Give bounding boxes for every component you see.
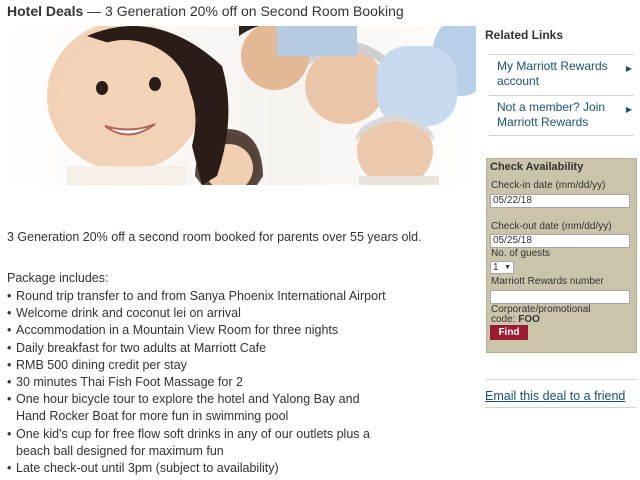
checkin-date-input[interactable]: 05/22/18 (490, 194, 630, 208)
chevron-right-icon: ▶ (625, 105, 632, 114)
check-availability-panel: Check Availability Check-in date (mm/dd/… (486, 158, 637, 353)
deal-description: 3 Generation 20% off a second room booke… (7, 230, 422, 244)
package-item: Welcome drink and coconut lei on arrival (7, 305, 477, 322)
page-title: Hotel Deals — 3 Generation 20% off on Se… (7, 3, 404, 19)
package-item: Late check-out until 3pm (subject to ava… (7, 460, 477, 477)
hero-family-photo (7, 26, 476, 185)
checkout-date-input[interactable]: 05/25/18 (490, 234, 630, 248)
family-photo-illustration (47, 26, 476, 185)
email-deal-link[interactable]: Email this deal to a friend (485, 379, 636, 408)
package-item: One kid's cup for free flow soft drinks … (7, 426, 391, 460)
related-links-title: Related Links (485, 28, 564, 42)
package-list: Round trip transfer to and from Sanya Ph… (7, 288, 477, 477)
package-item: Accommodation in a Mountain View Room fo… (7, 322, 477, 339)
code-label: code: (491, 314, 516, 325)
check-availability-title: Check Availability (490, 161, 584, 173)
page-heading: 3 Generation 20% off on Second Room Book… (105, 3, 404, 19)
guests-label: No. of guests (491, 248, 550, 259)
package-heading: Package includes: (7, 271, 109, 285)
my-rewards-account-link[interactable]: My Marriott Rewards account ▶ (489, 54, 634, 93)
dropdown-arrow-icon: ▼ (504, 264, 511, 271)
join-rewards-link[interactable]: Not a member? Join Marriott Rewards ▶ (489, 95, 634, 136)
package-item: Daily breakfast for two adults at Marrio… (7, 340, 477, 357)
checkout-label: Check-out date (mm/dd/yy) (491, 221, 612, 232)
promo-code-row: code: FOO (491, 314, 540, 325)
guests-select[interactable]: 1 ▼ (490, 261, 514, 274)
package-item: One hour bicycle tour to explore the hot… (7, 391, 386, 425)
package-item: RMB 500 dining credit per stay (7, 357, 477, 374)
rewards-number-input[interactable] (490, 290, 630, 304)
chevron-right-icon: ▶ (625, 64, 632, 73)
package-item: Round trip transfer to and from Sanya Ph… (7, 288, 477, 305)
package-item: 30 minutes Thai Fish Foot Massage for 2 (7, 374, 477, 391)
find-button[interactable]: Find (490, 325, 528, 340)
title-separator: — (83, 3, 106, 19)
link-label: My Marriott Rewards account (497, 59, 608, 88)
page-category: Hotel Deals (7, 3, 84, 19)
checkin-label: Check-in date (mm/dd/yy) (491, 180, 606, 191)
link-label: Not a member? Join Marriott Rewards (497, 100, 606, 129)
promo-code-value[interactable]: FOO (518, 314, 540, 325)
rewards-number-label: Marriott Rewards number (491, 276, 604, 287)
guests-value: 1 (493, 262, 499, 273)
